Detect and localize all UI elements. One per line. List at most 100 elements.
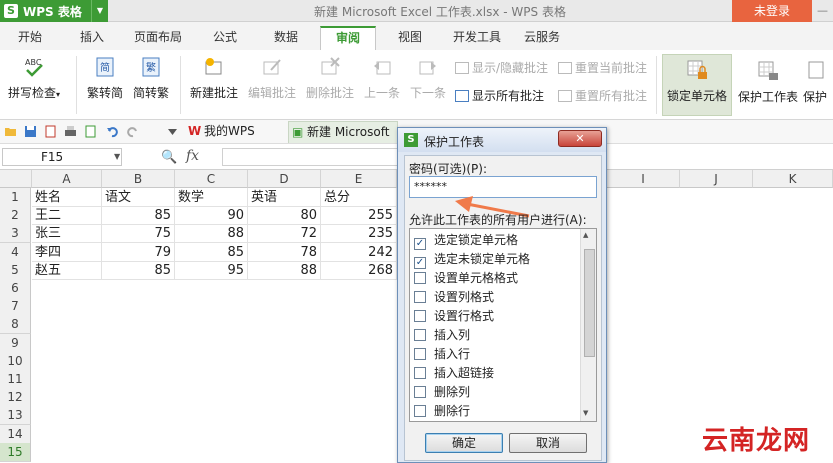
table-header-cell[interactable]: 语文 [102,188,175,207]
scroll-down-icon[interactable]: ▼ [583,409,588,417]
table-cell[interactable]: 80 [248,206,321,226]
cancel-button[interactable]: 取消 [509,433,587,453]
scrollbar[interactable]: ▲ ▼ [580,229,596,421]
tab-developer[interactable]: 开发工具 [453,28,501,45]
checkbox-icon[interactable] [414,348,426,360]
select-all-corner[interactable] [0,170,32,188]
lock-cell-button[interactable]: 锁定单元格 [662,54,732,116]
reset-all-comments-button[interactable]: 重置所有批注 [558,87,647,104]
permission-option[interactable]: 插入行 [414,345,470,364]
show-hide-comment-button[interactable]: 显示/隐藏批注 [455,59,548,76]
checkbox-icon[interactable] [414,310,426,322]
minimize-icon[interactable]: — [812,0,833,22]
row-header[interactable]: 12 [0,388,31,408]
table-cell[interactable]: 张三 [32,224,102,244]
table-cell[interactable]: 85 [102,260,175,280]
table-cell[interactable]: 72 [248,224,321,244]
permission-option[interactable]: 删除行 [414,402,470,421]
table-header-cell[interactable]: 总分 [321,188,397,207]
open-icon[interactable] [4,125,17,138]
app-menu-button[interactable]: S WPS 表格 ▼ [0,0,108,22]
delete-comment-button[interactable]: 删除批注 [302,56,358,101]
table-cell[interactable]: 88 [248,260,321,280]
new-comment-button[interactable]: 新建批注 [186,56,242,101]
table-header-cell[interactable]: 数学 [175,188,248,207]
checkbox-checked-icon[interactable]: ✓ [414,238,426,250]
row-header[interactable]: 6 [0,279,31,298]
table-cell[interactable]: 255 [321,206,397,226]
row-header[interactable]: 4 [0,242,31,262]
table-cell[interactable]: 78 [248,242,321,262]
checkbox-icon[interactable] [414,329,426,341]
table-header-cell[interactable]: 英语 [248,188,321,207]
checkbox-icon[interactable] [414,386,426,398]
column-header[interactable]: K [753,170,833,188]
column-header[interactable]: J [680,170,753,188]
redo-icon[interactable] [126,125,139,138]
login-button[interactable]: 未登录 [732,0,812,22]
ok-button[interactable]: 确定 [425,433,503,453]
next-comment-button[interactable]: 下一条 [406,56,450,101]
scroll-thumb[interactable] [584,249,595,357]
permission-option[interactable]: 插入列 [414,326,470,345]
row-header[interactable]: 7 [0,297,31,317]
tab-document[interactable]: ▣ 新建 Microsoft [288,121,398,143]
tab-home[interactable]: 开始 [18,28,42,45]
row-header[interactable]: 1 [0,188,31,207]
tab-cloud[interactable]: 云服务 [524,28,560,45]
trad-to-simp-button[interactable]: 简 繁转简 [84,56,126,101]
row-header[interactable]: 2 [0,206,31,226]
table-cell[interactable]: 88 [175,224,248,244]
permission-option[interactable]: 插入超链接 [414,364,494,383]
column-header[interactable]: E [321,170,397,188]
undo-icon[interactable] [106,125,119,138]
column-header[interactable]: A [32,170,102,188]
protect-sheet-button[interactable]: 保护工作表 [736,60,800,105]
tab-view[interactable]: 视图 [398,28,422,45]
save-icon[interactable] [24,125,37,138]
row-header[interactable]: 3 [0,224,31,244]
permission-option[interactable]: 设置单元格格式 [414,269,518,288]
column-header[interactable]: D [248,170,321,188]
tab-review[interactable]: 审阅 [320,26,376,50]
checkbox-icon[interactable] [414,291,426,303]
table-cell[interactable]: 242 [321,242,397,262]
table-header-cell[interactable]: 姓名 [32,188,102,207]
table-cell[interactable]: 90 [175,206,248,226]
row-header[interactable]: 5 [0,260,31,280]
function-icon[interactable]: fx [186,148,199,164]
tab-page-layout[interactable]: 页面布局 [134,28,182,45]
permission-option[interactable]: ✓ 选定未锁定单元格 [414,250,530,269]
checkbox-icon[interactable] [414,367,426,379]
table-cell[interactable]: 235 [321,224,397,244]
scroll-up-icon[interactable]: ▲ [583,231,588,239]
table-cell[interactable]: 85 [175,242,248,262]
table-cell[interactable]: 赵五 [32,260,102,280]
protect-workbook-button[interactable]: 保护 [803,60,833,105]
print-icon[interactable] [64,125,77,138]
row-header[interactable]: 14 [0,424,31,444]
table-cell[interactable]: 95 [175,260,248,280]
row-header[interactable]: 10 [0,351,31,371]
chevron-down-icon[interactable]: ▼ [114,152,120,161]
row-header[interactable]: 8 [0,315,31,335]
tab-my-wps[interactable]: W 我的WPS [186,121,282,143]
edit-comment-button[interactable]: 编辑批注 [244,56,300,101]
table-cell[interactable]: 王二 [32,206,102,226]
table-cell[interactable]: 79 [102,242,175,262]
tab-formulas[interactable]: 公式 [213,28,237,45]
checkbox-icon[interactable] [414,272,426,284]
name-box[interactable]: F15 [2,148,122,166]
chevron-down-icon[interactable] [166,125,179,138]
checkbox-checked-icon[interactable]: ✓ [414,257,426,269]
spellcheck-button[interactable]: ABC 拼写检查▾ [6,56,62,101]
close-button[interactable]: ✕ [558,130,602,147]
table-cell[interactable]: 李四 [32,242,102,262]
row-header[interactable]: 13 [0,406,31,426]
zoom-icon[interactable]: 🔍 [161,150,177,165]
tab-insert[interactable]: 插入 [80,28,104,45]
simp-to-trad-button[interactable]: 繁 简转繁 [130,56,172,101]
table-cell[interactable]: 85 [102,206,175,226]
table-cell[interactable]: 75 [102,224,175,244]
previous-comment-button[interactable]: 上一条 [360,56,404,101]
